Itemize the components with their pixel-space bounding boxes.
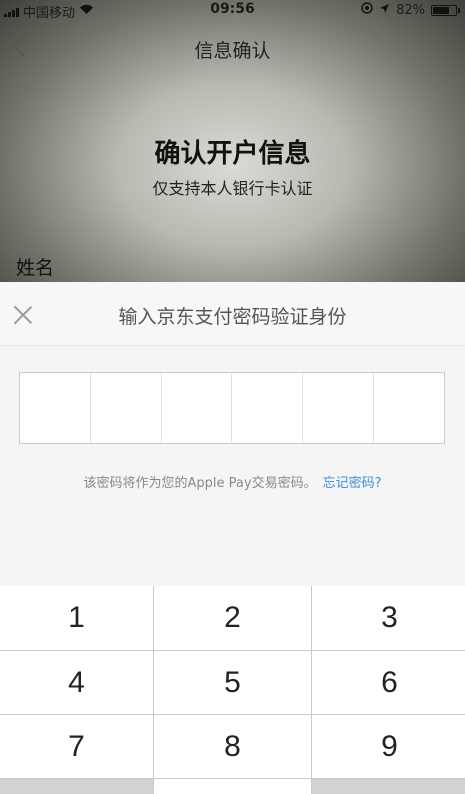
name-label: 姓名 xyxy=(16,257,55,279)
sheet-header: 输入京东支付密码验证身份 xyxy=(0,282,465,346)
battery-icon xyxy=(431,4,460,16)
key-8[interactable]: 8 xyxy=(154,715,311,778)
key-2[interactable]: 2 xyxy=(154,586,311,650)
hint-text: 该密码将作为您的Apple Pay交易密码。 xyxy=(83,476,317,491)
key-9[interactable]: 9 xyxy=(312,715,465,778)
pin-cell xyxy=(303,373,375,443)
key-6[interactable]: 6 xyxy=(312,651,465,714)
pin-cell xyxy=(91,373,162,443)
nav-bar: 信息确认 xyxy=(0,28,465,70)
status-bar: 中国移动 09:56 82% xyxy=(0,0,465,21)
pin-cell xyxy=(20,373,91,443)
key-4[interactable]: 4 xyxy=(0,651,153,714)
key-3[interactable]: 3 xyxy=(312,586,465,650)
sheet-title: 输入京东支付密码验证身份 xyxy=(118,306,347,328)
pin-cell xyxy=(232,373,304,443)
background-page: 中国移动 09:56 82% 信息确认 确认开户信息 仅支持本人银行卡认证 姓名 xyxy=(0,0,465,300)
status-right: 82% xyxy=(361,2,460,18)
forgot-password-link[interactable]: 忘记密码? xyxy=(323,476,382,491)
page-subheading: 仅支持本人银行卡认证 xyxy=(152,179,313,198)
pin-input[interactable] xyxy=(19,372,445,444)
pin-cell xyxy=(374,373,444,443)
pin-cell xyxy=(162,373,233,443)
battery-fill xyxy=(433,6,450,14)
key-7[interactable]: 7 xyxy=(0,715,153,778)
key-1[interactable]: 1 xyxy=(0,586,153,650)
password-sheet: 输入京东支付密码验证身份 该密码将作为您的Apple Pay交易密码。 忘记密码?… xyxy=(0,282,465,794)
number-keypad: 1 2 3 4 5 6 7 8 9 xyxy=(0,586,465,794)
delete-key-partial[interactable] xyxy=(312,779,465,794)
key-0-partial[interactable] xyxy=(154,779,311,794)
battery-percent: 82% xyxy=(396,2,425,18)
nav-title: 信息确认 xyxy=(194,40,271,62)
hint-row: 该密码将作为您的Apple Pay交易密码。 忘记密码? xyxy=(0,472,465,491)
key-5[interactable]: 5 xyxy=(154,651,311,714)
location-icon xyxy=(379,3,390,18)
page-heading: 确认开户信息 xyxy=(154,139,311,169)
lock-rotation-icon xyxy=(361,2,373,18)
key-blank-left xyxy=(0,779,153,794)
